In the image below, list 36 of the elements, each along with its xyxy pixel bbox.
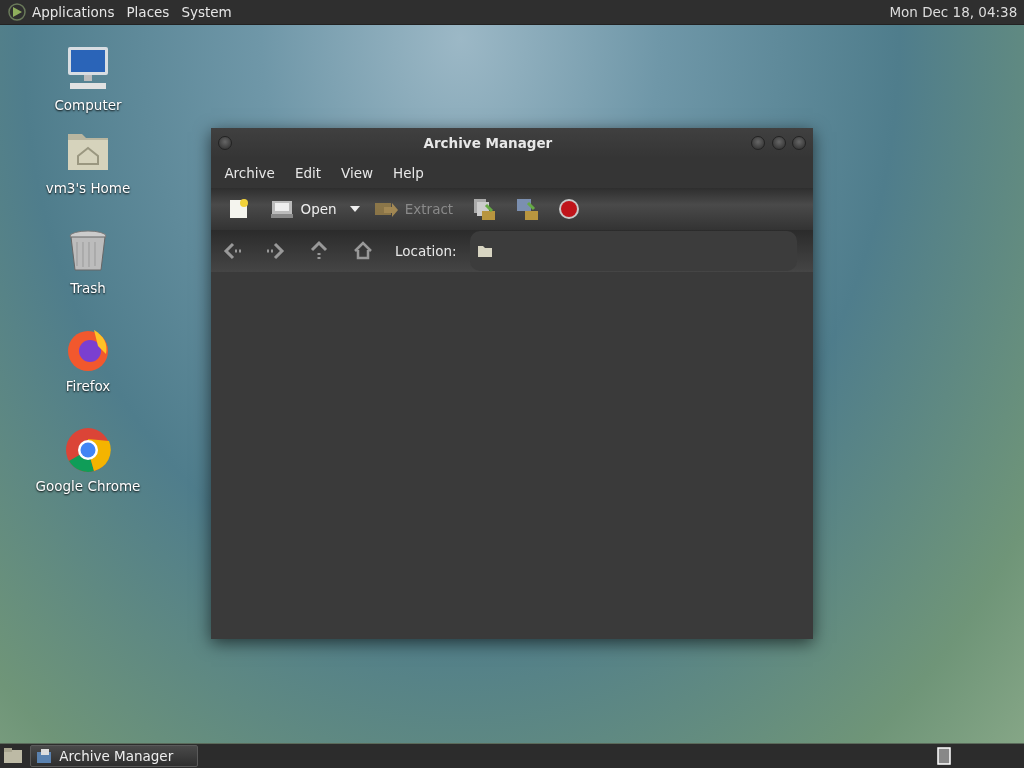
folder-icon (476, 244, 493, 258)
archive-app-icon (34, 748, 53, 764)
desktop-icon-label[interactable]: Trash (33, 278, 143, 299)
up-icon[interactable] (308, 240, 330, 262)
location-label: Location: (395, 241, 457, 261)
new-archive-icon (227, 197, 251, 221)
close-button[interactable] (792, 136, 807, 150)
panel-menu[interactable]: Places (120, 1, 176, 23)
maximize-button[interactable] (771, 136, 786, 150)
back-icon[interactable] (221, 240, 243, 262)
dropdown-caret-icon[interactable] (349, 205, 362, 213)
stop-icon (557, 197, 582, 221)
chrome-icon[interactable] (64, 426, 112, 474)
workspace-switcher-icon[interactable] (936, 747, 951, 765)
desktop-icon-label[interactable]: vm3's Home (33, 178, 143, 199)
location-field[interactable] (470, 231, 797, 271)
menu-item[interactable]: Archive (214, 162, 285, 184)
panel-menu[interactable]: System (175, 1, 238, 23)
desktop-icon-label[interactable]: Google Chrome (33, 476, 143, 497)
panel-menu[interactable]: Applications (26, 1, 121, 23)
menu-logo-icon[interactable] (8, 3, 26, 21)
menu-item[interactable]: Edit (284, 162, 332, 184)
desktop-icon-label[interactable]: Firefox (33, 376, 143, 397)
clock: Mon Dec 18, 04:38 (889, 2, 1019, 22)
menu-item[interactable]: Help (383, 162, 434, 184)
minimize-button[interactable] (750, 136, 765, 150)
window-menu-button[interactable] (217, 136, 232, 150)
taskbar-button[interactable]: Archive Manager (30, 745, 199, 767)
open-button[interactable]: Open (263, 193, 343, 225)
show-desktop-icon[interactable] (3, 747, 24, 765)
add-folder-icon (514, 197, 539, 221)
desktop-icon-label[interactable]: Computer (33, 95, 143, 116)
window-title: Archive Manager (422, 133, 554, 153)
menu-item[interactable]: View (331, 162, 384, 184)
add-files-icon (471, 197, 496, 221)
forward-icon[interactable] (264, 240, 287, 262)
